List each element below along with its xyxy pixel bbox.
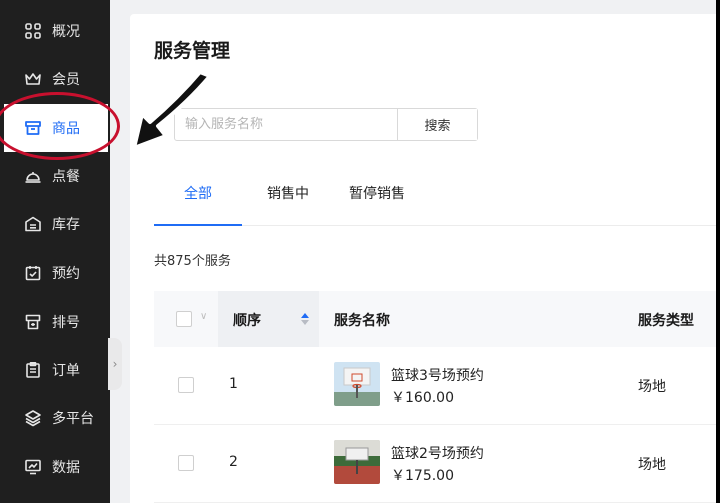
sidebar-item-booking[interactable]: 预约 (0, 249, 110, 297)
sidebar-item-orders[interactable]: 订单 (0, 346, 110, 394)
sidebar: 概况 会员 商品 点餐 库存 预约 排号 订单 多平台 数据 (0, 0, 110, 503)
sidebar-item-label: 订单 (52, 363, 80, 379)
annotation-arrow-icon (132, 70, 212, 150)
search-button[interactable]: 搜索 (397, 109, 477, 140)
column-header-type: 服务类型 (638, 313, 694, 329)
row-order: 1 (229, 376, 238, 392)
chevron-down-icon[interactable]: ∨ (200, 311, 207, 322)
sidebar-item-label: 预约 (52, 266, 80, 282)
service-price: ￥160.00 (391, 390, 454, 406)
tab-all[interactable]: 全部 (154, 174, 242, 226)
service-type: 场地 (638, 457, 666, 473)
tab-paused[interactable]: 暂停销售 (334, 174, 420, 226)
sidebar-item-data[interactable]: 数据 (0, 443, 110, 491)
sidebar-collapse-handle[interactable]: › (108, 338, 122, 390)
sidebar-item-inventory[interactable]: 库存 (0, 200, 110, 248)
crown-icon (24, 70, 42, 88)
column-header-name: 服务名称 (334, 313, 390, 329)
sidebar-item-label: 点餐 (52, 169, 80, 185)
table-row[interactable]: 1 篮球3号场预约 ￥160.00 场地 (154, 347, 716, 425)
column-header-order[interactable]: 顺序 (233, 310, 261, 330)
sort-icon[interactable] (300, 311, 310, 327)
table-header: ∨ 顺序 服务名称 服务类型 (154, 291, 716, 347)
select-all-checkbox[interactable] (176, 311, 192, 327)
total-count: 共875个服务 (154, 254, 231, 269)
chevron-right-icon: › (112, 357, 118, 371)
chart-monitor-icon (24, 458, 42, 476)
tab-on-sale[interactable]: 销售中 (252, 174, 324, 226)
row-checkbox[interactable] (178, 377, 194, 393)
sidebar-item-label: 排号 (52, 315, 80, 331)
warehouse-icon (24, 215, 42, 233)
service-table: ∨ 顺序 服务名称 服务类型 1 篮球3号场预约 ￥160.00 场地 2 篮球… (154, 291, 716, 503)
grid-icon (24, 22, 42, 40)
sidebar-item-overview[interactable]: 概况 (0, 7, 110, 55)
table-row[interactable]: 2 篮球2号场预约 ￥175.00 场地 (154, 425, 716, 503)
sidebar-item-queue[interactable]: 排号 (0, 298, 110, 346)
layers-icon (24, 409, 42, 427)
sidebar-item-label: 数据 (52, 460, 80, 476)
page-title: 服务管理 (154, 40, 231, 62)
sidebar-item-label: 会员 (52, 72, 80, 88)
clipboard-icon (24, 361, 42, 379)
service-type: 场地 (638, 379, 666, 395)
queue-icon (24, 313, 42, 331)
service-price: ￥175.00 (391, 468, 454, 484)
service-name[interactable]: 篮球2号场预约 (391, 443, 484, 463)
service-thumbnail (334, 362, 380, 406)
sidebar-item-label: 库存 (52, 217, 80, 233)
calendar-check-icon (24, 264, 42, 282)
status-tabs: 全部 销售中 暂停销售 (154, 174, 716, 226)
cloche-icon (24, 167, 42, 185)
service-name[interactable]: 篮球3号场预约 (391, 365, 484, 385)
service-thumbnail (334, 440, 380, 484)
sidebar-item-label: 多平台 (52, 411, 94, 427)
sidebar-item-multiplatform[interactable]: 多平台 (0, 394, 110, 442)
sidebar-item-label: 概况 (52, 24, 80, 40)
row-checkbox[interactable] (178, 455, 194, 471)
row-order: 2 (229, 454, 238, 470)
